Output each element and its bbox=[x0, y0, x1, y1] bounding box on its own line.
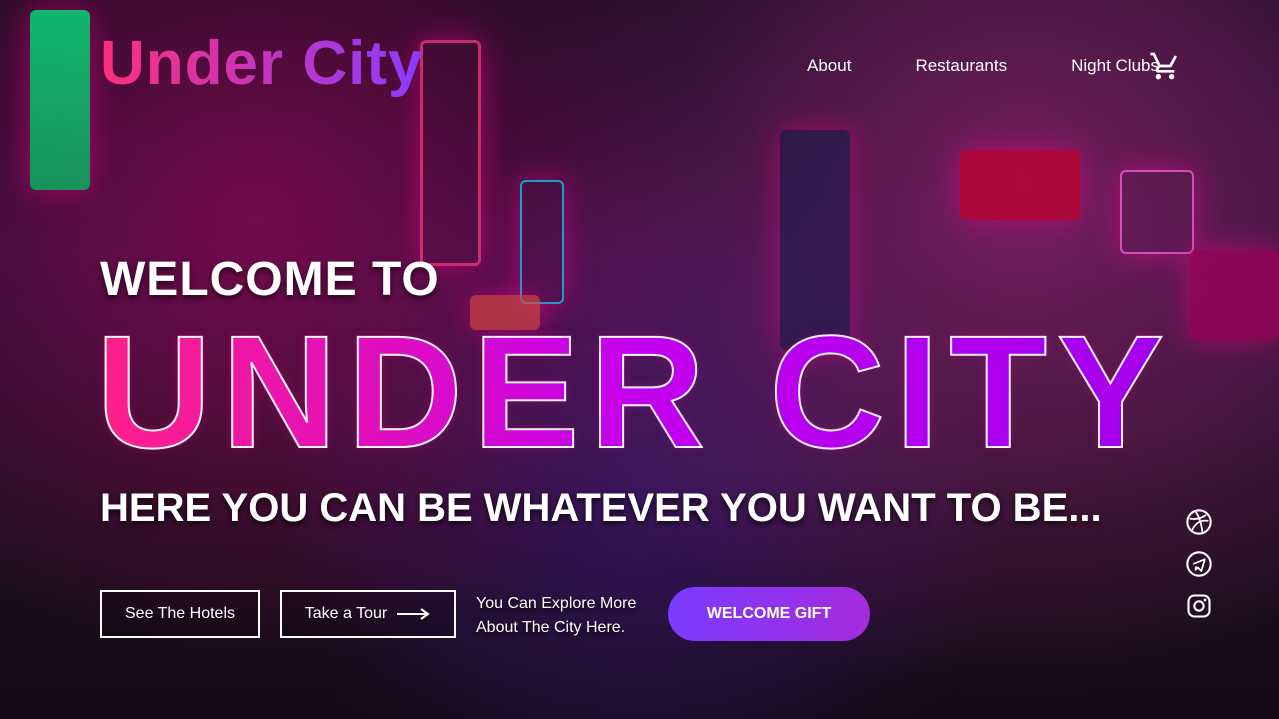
nav-about[interactable]: About bbox=[807, 56, 851, 76]
explore-line: You Can Explore More bbox=[476, 595, 637, 612]
cart-icon[interactable] bbox=[1148, 50, 1182, 82]
welcome-heading: WELCOME TO bbox=[100, 253, 440, 306]
explore-line: About The City Here. bbox=[476, 619, 626, 636]
neon-sign bbox=[520, 180, 564, 304]
social-links bbox=[1185, 508, 1213, 620]
see-hotels-label: See The Hotels bbox=[125, 605, 235, 622]
hero-tagline: HERE YOU CAN BE WHATEVER YOU WANT TO BE.… bbox=[100, 486, 1102, 530]
welcome-gift-label: WELCOME GIFT bbox=[706, 605, 832, 622]
explore-text: You Can Explore More About The City Here… bbox=[476, 592, 666, 640]
neon-sign bbox=[420, 40, 481, 266]
main-nav: About Restaurants Night Clubs bbox=[807, 56, 1159, 76]
nav-night-clubs[interactable]: Night Clubs bbox=[1071, 56, 1159, 76]
neon-sign bbox=[30, 10, 90, 190]
site-logo[interactable]: Under City bbox=[100, 28, 423, 99]
take-tour-label: Take a Tour bbox=[304, 605, 388, 622]
nav-restaurants[interactable]: Restaurants bbox=[915, 56, 1007, 76]
hero-title: UNDER CITY bbox=[95, 302, 1174, 481]
welcome-gift-button[interactable]: WELCOME GIFT bbox=[668, 587, 870, 641]
instagram-icon[interactable] bbox=[1185, 592, 1213, 620]
dribbble-icon[interactable] bbox=[1185, 508, 1213, 536]
neon-sign bbox=[1190, 250, 1279, 340]
telegram-icon[interactable] bbox=[1185, 550, 1213, 578]
neon-sign bbox=[1120, 170, 1194, 254]
see-hotels-button[interactable]: See The Hotels bbox=[100, 590, 260, 638]
arrow-right-icon bbox=[397, 608, 430, 620]
neon-sign bbox=[960, 150, 1080, 220]
take-tour-button[interactable]: Take a Tour bbox=[280, 590, 456, 638]
